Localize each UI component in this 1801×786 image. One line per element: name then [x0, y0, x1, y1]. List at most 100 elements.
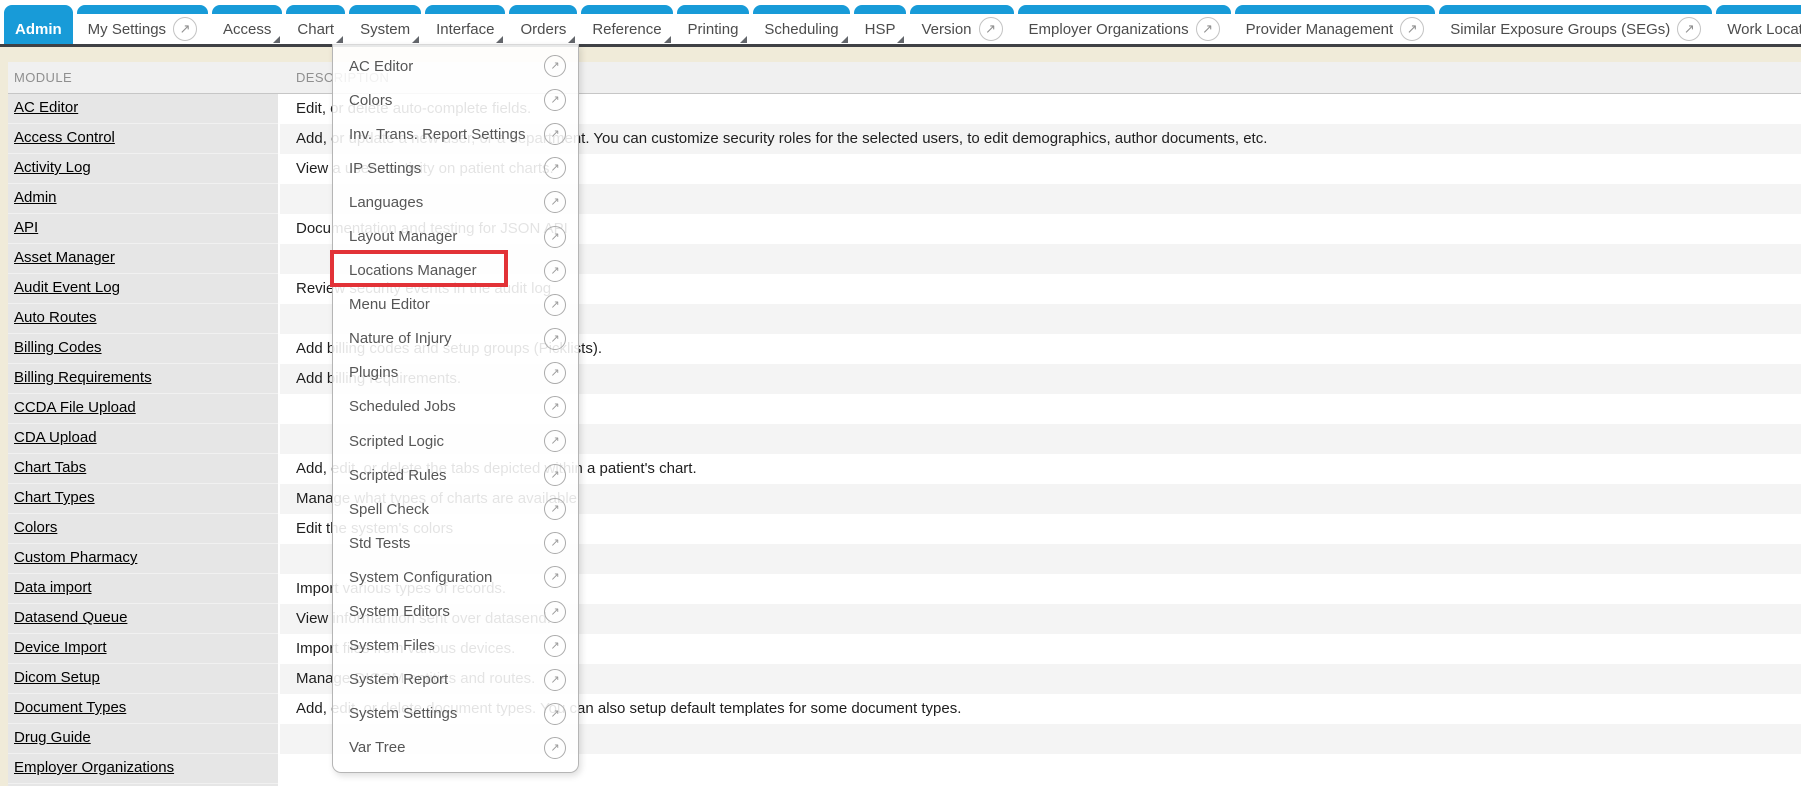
tab-work-locations[interactable]: Work Locations ↗ [1716, 5, 1801, 44]
tab-system[interactable]: System ↗ [349, 5, 421, 44]
module-link-ccda-file-upload[interactable]: CCDA File Upload [14, 399, 136, 416]
module-link-data-import[interactable]: Data import [14, 579, 92, 596]
menu-item-colors[interactable]: Colors ↗ [333, 83, 578, 117]
dropdown-corner-icon [412, 36, 419, 43]
menu-item-nature-of-injury[interactable]: Nature of Injury ↗ [333, 322, 578, 356]
module-link-cda-upload[interactable]: CDA Upload [14, 429, 97, 446]
menu-item-label: System Configuration [349, 569, 492, 586]
menu-item-label: Languages [349, 194, 423, 211]
external-link-icon: ↗ [173, 17, 197, 41]
module-link-chart-types[interactable]: Chart Types [14, 489, 95, 506]
tab-label: Access [223, 21, 271, 38]
module-link-document-types[interactable]: Document Types [14, 699, 126, 716]
module-link-audit-event-log[interactable]: Audit Event Log [14, 279, 120, 296]
tab-access[interactable]: Access ↗ [212, 5, 282, 44]
menu-item-system-report[interactable]: System Report ↗ [333, 663, 578, 697]
module-link-employer-organizations[interactable]: Employer Organizations [14, 759, 174, 776]
module-link-auto-routes[interactable]: Auto Routes [14, 309, 97, 326]
module-link-datasend-queue[interactable]: Datasend Queue [14, 609, 127, 626]
dropdown-corner-icon [496, 36, 503, 43]
tab-reference[interactable]: Reference ↗ [581, 5, 672, 44]
module-row: CCDA File Upload [8, 394, 278, 424]
menu-item-system-editors[interactable]: System Editors ↗ [333, 595, 578, 629]
menu-item-var-tree[interactable]: Var Tree ↗ [333, 731, 578, 765]
menu-item-ip-settings[interactable]: IP Settings ↗ [333, 151, 578, 185]
module-row: Chart Types [8, 484, 278, 514]
menu-item-scheduled-jobs[interactable]: Scheduled Jobs ↗ [333, 390, 578, 424]
menu-item-layout-manager[interactable]: Layout Manager ↗ [333, 219, 578, 253]
menu-item-ac-editor[interactable]: AC Editor ↗ [333, 49, 578, 83]
tab-orders[interactable]: Orders ↗ [509, 5, 577, 44]
tab-admin[interactable]: Admin ↗ [4, 5, 73, 44]
tab-label: Reference [592, 21, 661, 38]
dropdown-corner-icon [664, 36, 671, 43]
external-link-icon: ↗ [544, 396, 566, 418]
module-table: AC Editor Access Control Activity Log Ad… [8, 94, 1801, 786]
menu-item-label: Colors [349, 92, 392, 109]
tab-label: Orders [520, 21, 566, 38]
module-row: Admin [8, 184, 278, 214]
module-link-ac-editor[interactable]: AC Editor [14, 99, 78, 116]
menu-item-scripted-logic[interactable]: Scripted Logic ↗ [333, 424, 578, 458]
tab-label: Printing [688, 21, 739, 38]
module-link-custom-pharmacy[interactable]: Custom Pharmacy [14, 549, 137, 566]
module-link-admin[interactable]: Admin [14, 189, 57, 206]
external-link-icon: ↗ [544, 328, 566, 350]
tab-label: My Settings [88, 21, 166, 38]
menu-item-system-configuration[interactable]: System Configuration ↗ [333, 560, 578, 594]
module-row: Employer Organizations [8, 754, 278, 784]
tab-interface[interactable]: Interface ↗ [425, 5, 505, 44]
menu-item-scripted-rules[interactable]: Scripted Rules ↗ [333, 458, 578, 492]
external-link-icon: ↗ [544, 89, 566, 111]
menu-item-spell-check[interactable]: Spell Check ↗ [333, 492, 578, 526]
module-link-billing-requirements[interactable]: Billing Requirements [14, 369, 152, 386]
module-link-colors[interactable]: Colors [14, 519, 57, 536]
menu-item-label: Std Tests [349, 535, 410, 552]
tab-chart[interactable]: Chart ↗ [286, 5, 345, 44]
menu-item-label: Var Tree [349, 739, 405, 756]
menu-item-label: Layout Manager [349, 228, 457, 245]
module-link-asset-manager[interactable]: Asset Manager [14, 249, 115, 266]
tab-similar-exposure-groups-segs[interactable]: Similar Exposure Groups (SEGs) ↗ [1439, 5, 1712, 44]
external-link-icon: ↗ [544, 703, 566, 725]
module-link-access-control[interactable]: Access Control [14, 129, 115, 146]
menu-item-menu-editor[interactable]: Menu Editor ↗ [333, 288, 578, 322]
menu-item-plugins[interactable]: Plugins ↗ [333, 356, 578, 390]
menu-item-system-files[interactable]: System Files ↗ [333, 629, 578, 663]
tab-version[interactable]: Version ↗ [910, 5, 1013, 44]
menu-item-languages[interactable]: Languages ↗ [333, 185, 578, 219]
tab-label: Work Locations [1727, 21, 1801, 38]
tab-provider-management[interactable]: Provider Management ↗ [1235, 5, 1436, 44]
module-link-chart-tabs[interactable]: Chart Tabs [14, 459, 86, 476]
module-link-activity-log[interactable]: Activity Log [14, 159, 91, 176]
module-link-billing-codes[interactable]: Billing Codes [14, 339, 102, 356]
tab-employer-organizations[interactable]: Employer Organizations ↗ [1018, 5, 1231, 44]
external-link-icon: ↗ [544, 601, 566, 623]
tab-label: Scheduling [764, 21, 838, 38]
dropdown-corner-icon [740, 36, 747, 43]
tab-scheduling[interactable]: Scheduling ↗ [753, 5, 849, 44]
tabbar: Admin ↗ My Settings ↗ Access ↗ Chart ↗ S… [0, 0, 1801, 47]
module-link-api[interactable]: API [14, 219, 38, 236]
module-link-device-import[interactable]: Device Import [14, 639, 107, 656]
table-header-row: MODULE DESCRIPTION [8, 62, 1801, 94]
external-link-icon: ↗ [544, 260, 566, 282]
tab-my-settings[interactable]: My Settings ↗ [77, 5, 208, 44]
dropdown-corner-icon [568, 36, 575, 43]
tab-printing[interactable]: Printing ↗ [677, 5, 750, 44]
menu-item-label: Menu Editor [349, 296, 430, 313]
module-row: Custom Pharmacy [8, 544, 278, 574]
menu-item-system-settings[interactable]: System Settings ↗ [333, 697, 578, 731]
menu-item-inv-trans-report-settings[interactable]: Inv. Trans. Report Settings ↗ [333, 117, 578, 151]
module-link-dicom-setup[interactable]: Dicom Setup [14, 669, 100, 686]
tab-hsp[interactable]: HSP ↗ [854, 5, 907, 44]
external-link-icon: ↗ [979, 17, 1003, 41]
menu-item-label: Inv. Trans. Report Settings [349, 126, 525, 143]
menu-item-label: IP Settings [349, 160, 421, 177]
tab-label: Similar Exposure Groups (SEGs) [1450, 21, 1670, 38]
menu-item-std-tests[interactable]: Std Tests ↗ [333, 526, 578, 560]
external-link-icon: ↗ [544, 362, 566, 384]
external-link-icon: ↗ [544, 123, 566, 145]
module-link-drug-guide[interactable]: Drug Guide [14, 729, 91, 746]
module-row: API [8, 214, 278, 244]
